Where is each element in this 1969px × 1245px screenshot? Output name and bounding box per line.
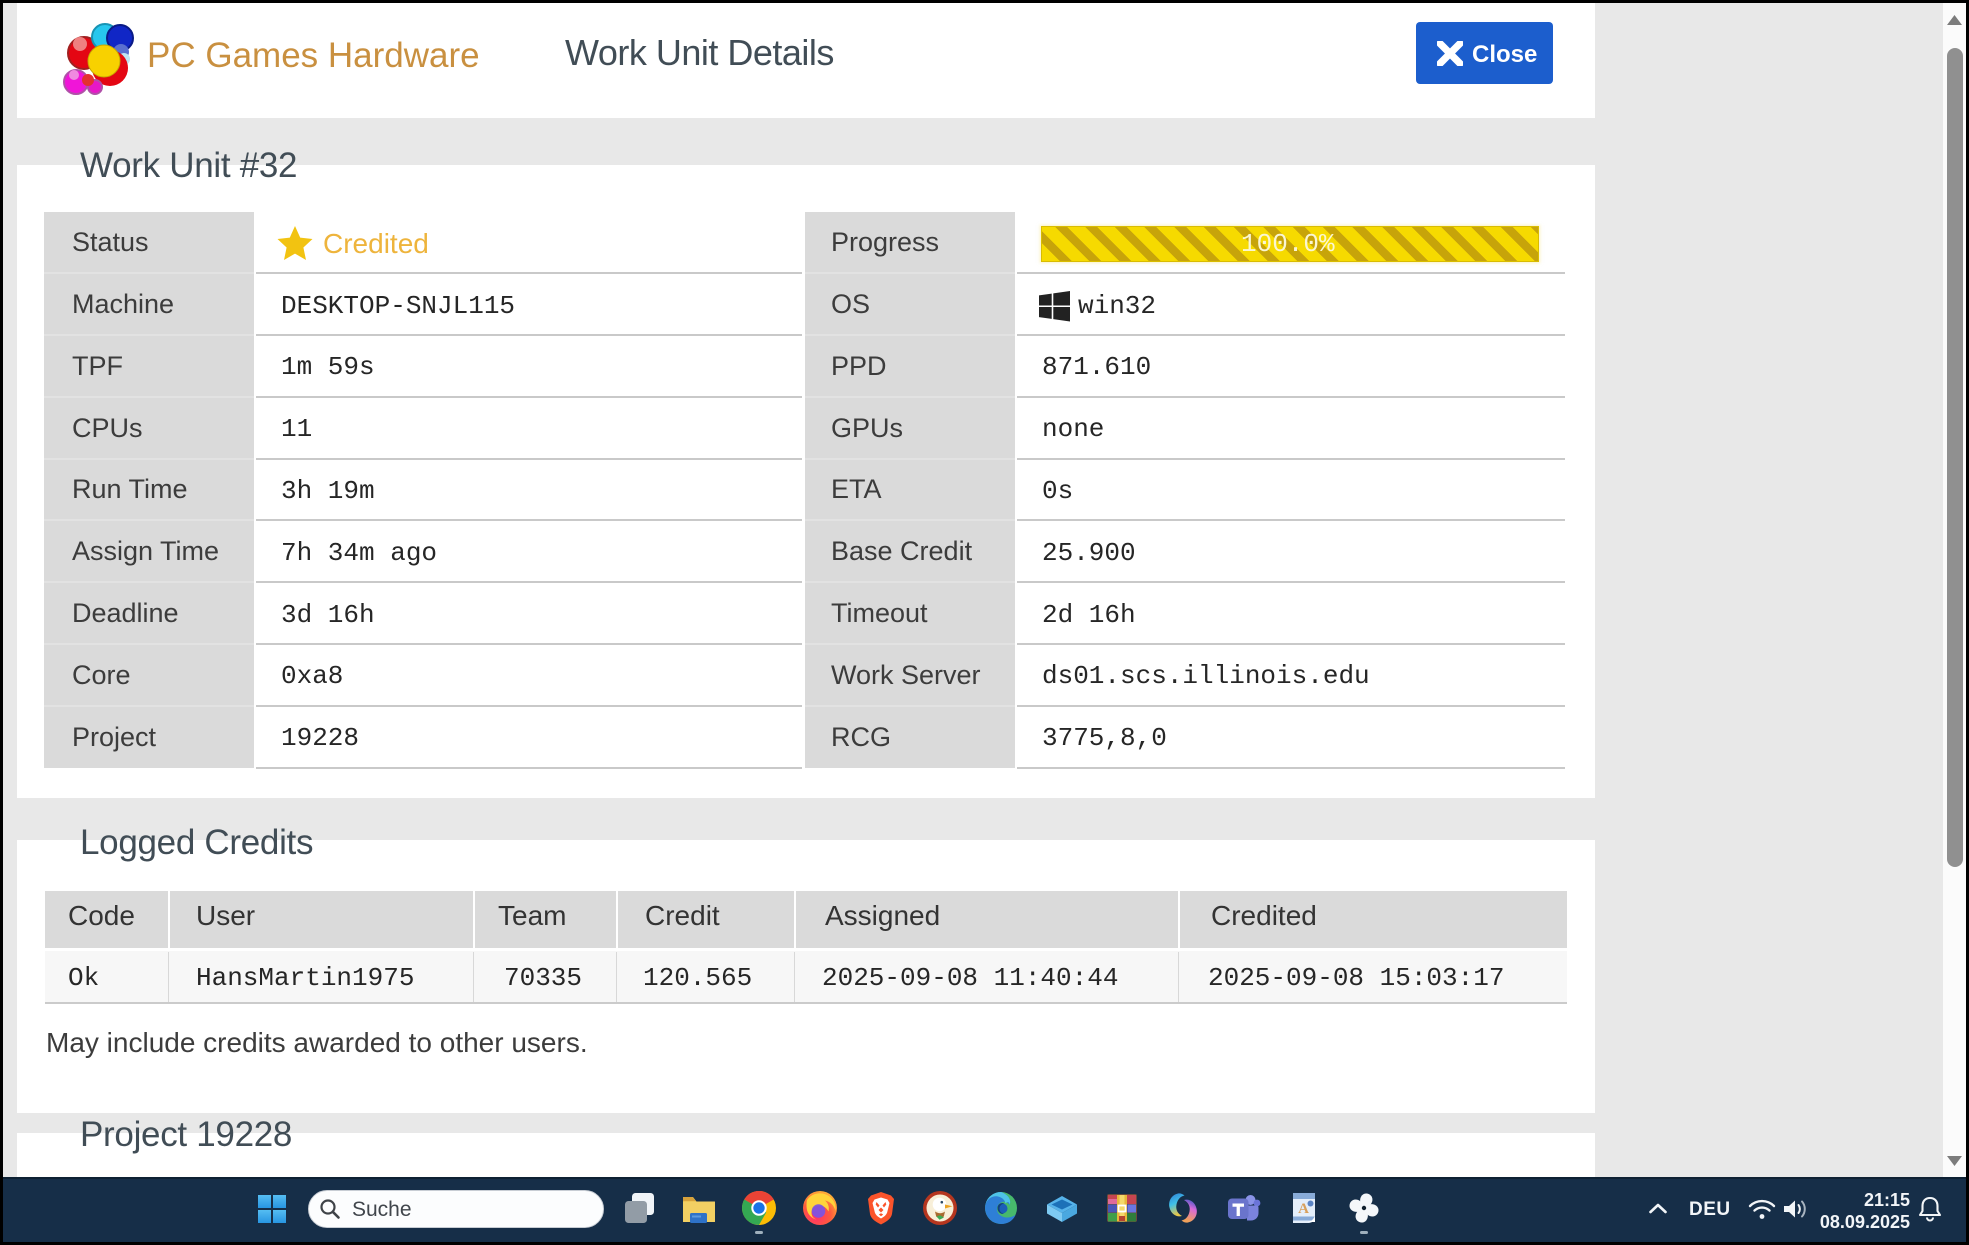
svg-text:A: A [1298,1201,1309,1217]
